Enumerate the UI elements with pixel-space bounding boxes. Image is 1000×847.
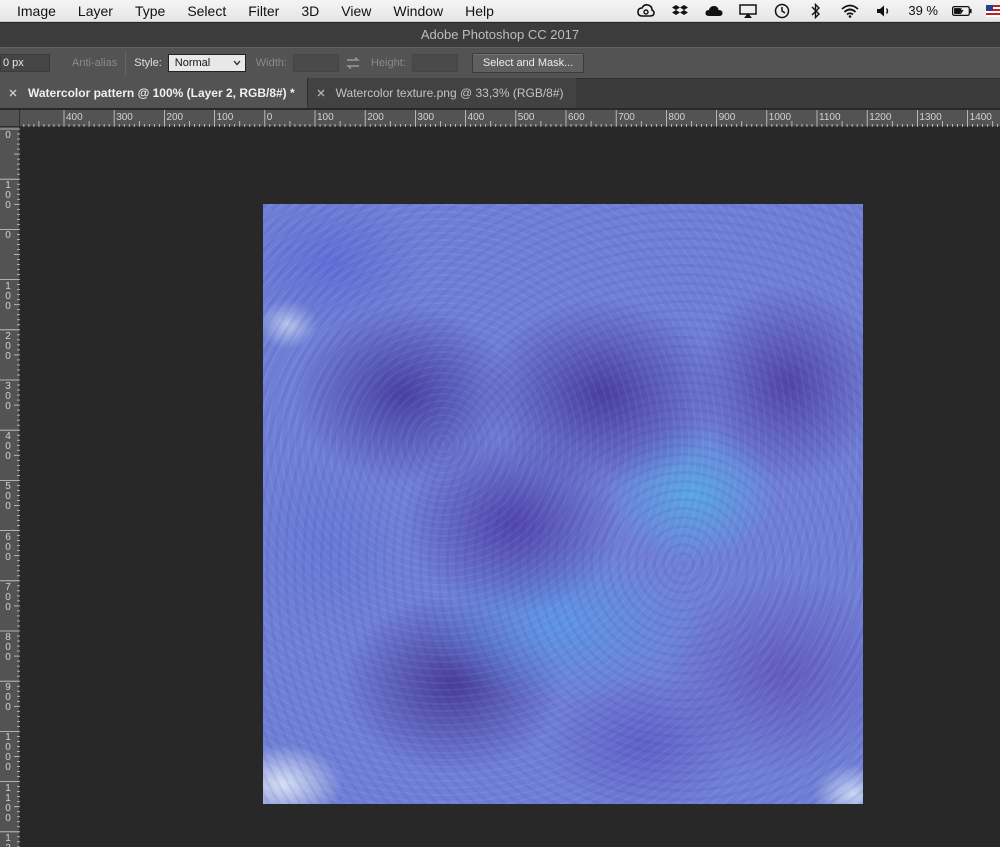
ruler-origin[interactable]	[0, 110, 20, 127]
dropbox-icon[interactable]	[670, 3, 690, 19]
ruler-v-label: 6 0 0	[5, 531, 11, 563]
height-input[interactable]	[411, 54, 458, 72]
width-input[interactable]	[292, 54, 339, 72]
ruler-h-label: 1300	[919, 112, 942, 123]
ruler-h-label: 200	[367, 112, 384, 123]
window-title: Adobe Photoshop CC 2017	[0, 23, 1000, 47]
ruler-h-label: 300	[417, 112, 435, 123]
wifi-icon[interactable]	[840, 3, 860, 19]
menu-bar: Image Layer Type Select Filter 3D View W…	[0, 0, 1000, 22]
time-machine-icon[interactable]	[772, 3, 792, 19]
menu-select[interactable]: Select	[176, 0, 237, 22]
select-and-mask-button[interactable]: Select and Mask...	[471, 53, 585, 73]
feather-input[interactable]	[0, 54, 50, 72]
document-tabs: Watercolor pattern @ 100% (Layer 2, RGB/…	[0, 78, 1000, 109]
status-area: 39 %	[636, 2, 1000, 19]
ruler-v-label: 0	[5, 130, 11, 141]
ruler-h-label: 400	[467, 112, 485, 123]
ruler-h-label: 0	[266, 112, 273, 123]
menu-view[interactable]: View	[330, 0, 382, 22]
ruler-h-label: 1100	[819, 112, 841, 123]
ruler-v-label: 1 0 0	[5, 280, 11, 312]
menu-items: Image Layer Type Select Filter 3D View W…	[0, 0, 505, 22]
ruler-h-label: 100	[317, 112, 334, 123]
ruler-v-label: 1 2 0	[5, 832, 11, 847]
style-label: Style:	[134, 57, 162, 69]
width-label: Width:	[255, 57, 287, 69]
tab-label: Watercolor pattern @ 100% (Layer 2, RGB/…	[28, 86, 295, 100]
ruler-v-label: 1 1 0 0	[5, 782, 11, 824]
ruler-v-label: 4 0 0	[5, 431, 11, 463]
ruler-h-label: 1200	[869, 112, 892, 123]
tab-watercolor-texture[interactable]: Watercolor texture.png @ 33,3% (RGB/8#)	[306, 78, 576, 108]
ruler-v-label: 0	[5, 230, 11, 242]
ruler-v-label: 9 0 0	[5, 682, 11, 714]
ruler-v-label: 7 0 0	[5, 581, 11, 613]
ruler-h-label: 700	[618, 112, 635, 123]
creative-cloud-icon[interactable]	[636, 3, 656, 19]
ruler-h-label: 500	[517, 112, 535, 123]
ruler-v-label: 1 0 0	[5, 180, 11, 212]
menu-help[interactable]: Help	[454, 0, 505, 22]
ruler-v-label: 3 0 0	[5, 381, 11, 412]
close-icon[interactable]	[8, 88, 18, 98]
ruler-h-label: 300	[116, 112, 133, 123]
menu-layer[interactable]: Layer	[67, 0, 124, 22]
ruler-v-label: 2 0 0	[5, 330, 11, 362]
ruler-v-label: 1 0 0 0	[5, 732, 11, 774]
ruler-h-label: 800	[668, 112, 686, 123]
volume-icon[interactable]	[874, 3, 894, 19]
vertical-ruler[interactable]: 0 1 0 0 0 1 0 0 2 0 0 3 0 0 4 0 0 5 0 0 6 0 0 7 0…	[0, 127, 20, 847]
swap-dimensions-icon[interactable]	[345, 55, 361, 71]
menu-filter[interactable]: Filter	[237, 0, 290, 22]
horizontal-ruler[interactable]: 400 300 200 100 0 100 200 300 400 500 600 700 800 900…	[20, 110, 1000, 127]
options-separator	[125, 51, 127, 75]
ruler-h-label: 600	[568, 112, 585, 123]
close-icon[interactable]	[316, 88, 326, 98]
bluetooth-icon[interactable]	[806, 2, 826, 19]
options-bar: Anti-alias Style: Normal Width: Height: …	[0, 47, 1000, 79]
battery-percentage: 39 %	[908, 3, 938, 18]
tab-watercolor-pattern[interactable]: Watercolor pattern @ 100% (Layer 2, RGB/…	[0, 78, 307, 108]
ruler-v-label: 8 0 0	[5, 632, 11, 663]
battery-icon[interactable]	[952, 3, 972, 19]
ruler-h-label: 200	[166, 112, 184, 123]
menu-image[interactable]: Image	[6, 0, 67, 22]
height-label: Height:	[370, 57, 406, 69]
airplay-icon[interactable]	[738, 3, 758, 19]
menu-type[interactable]: Type	[124, 0, 176, 22]
menu-window[interactable]: Window	[382, 0, 454, 22]
ruler-h-label: 400	[66, 112, 83, 123]
cloud-icon[interactable]	[704, 3, 724, 19]
us-flag-icon[interactable]	[986, 4, 1000, 17]
ruler-h-label: 900	[718, 112, 736, 123]
style-value: Normal	[174, 57, 211, 69]
watercolor-canvas[interactable]	[263, 204, 863, 804]
ruler-h-label: 100	[216, 112, 234, 123]
chevron-down-icon	[233, 57, 241, 69]
ruler-h-label: 1000	[768, 112, 792, 123]
ruler-h-label: 1400	[969, 112, 992, 123]
style-select[interactable]: Normal	[167, 54, 246, 72]
tab-label: Watercolor texture.png @ 33,3% (RGB/8#)	[335, 86, 564, 100]
menu-3d[interactable]: 3D	[290, 0, 330, 22]
ruler-v-label: 5 0 0	[5, 481, 11, 513]
anti-alias-checkbox[interactable]: Anti-alias	[72, 57, 117, 69]
